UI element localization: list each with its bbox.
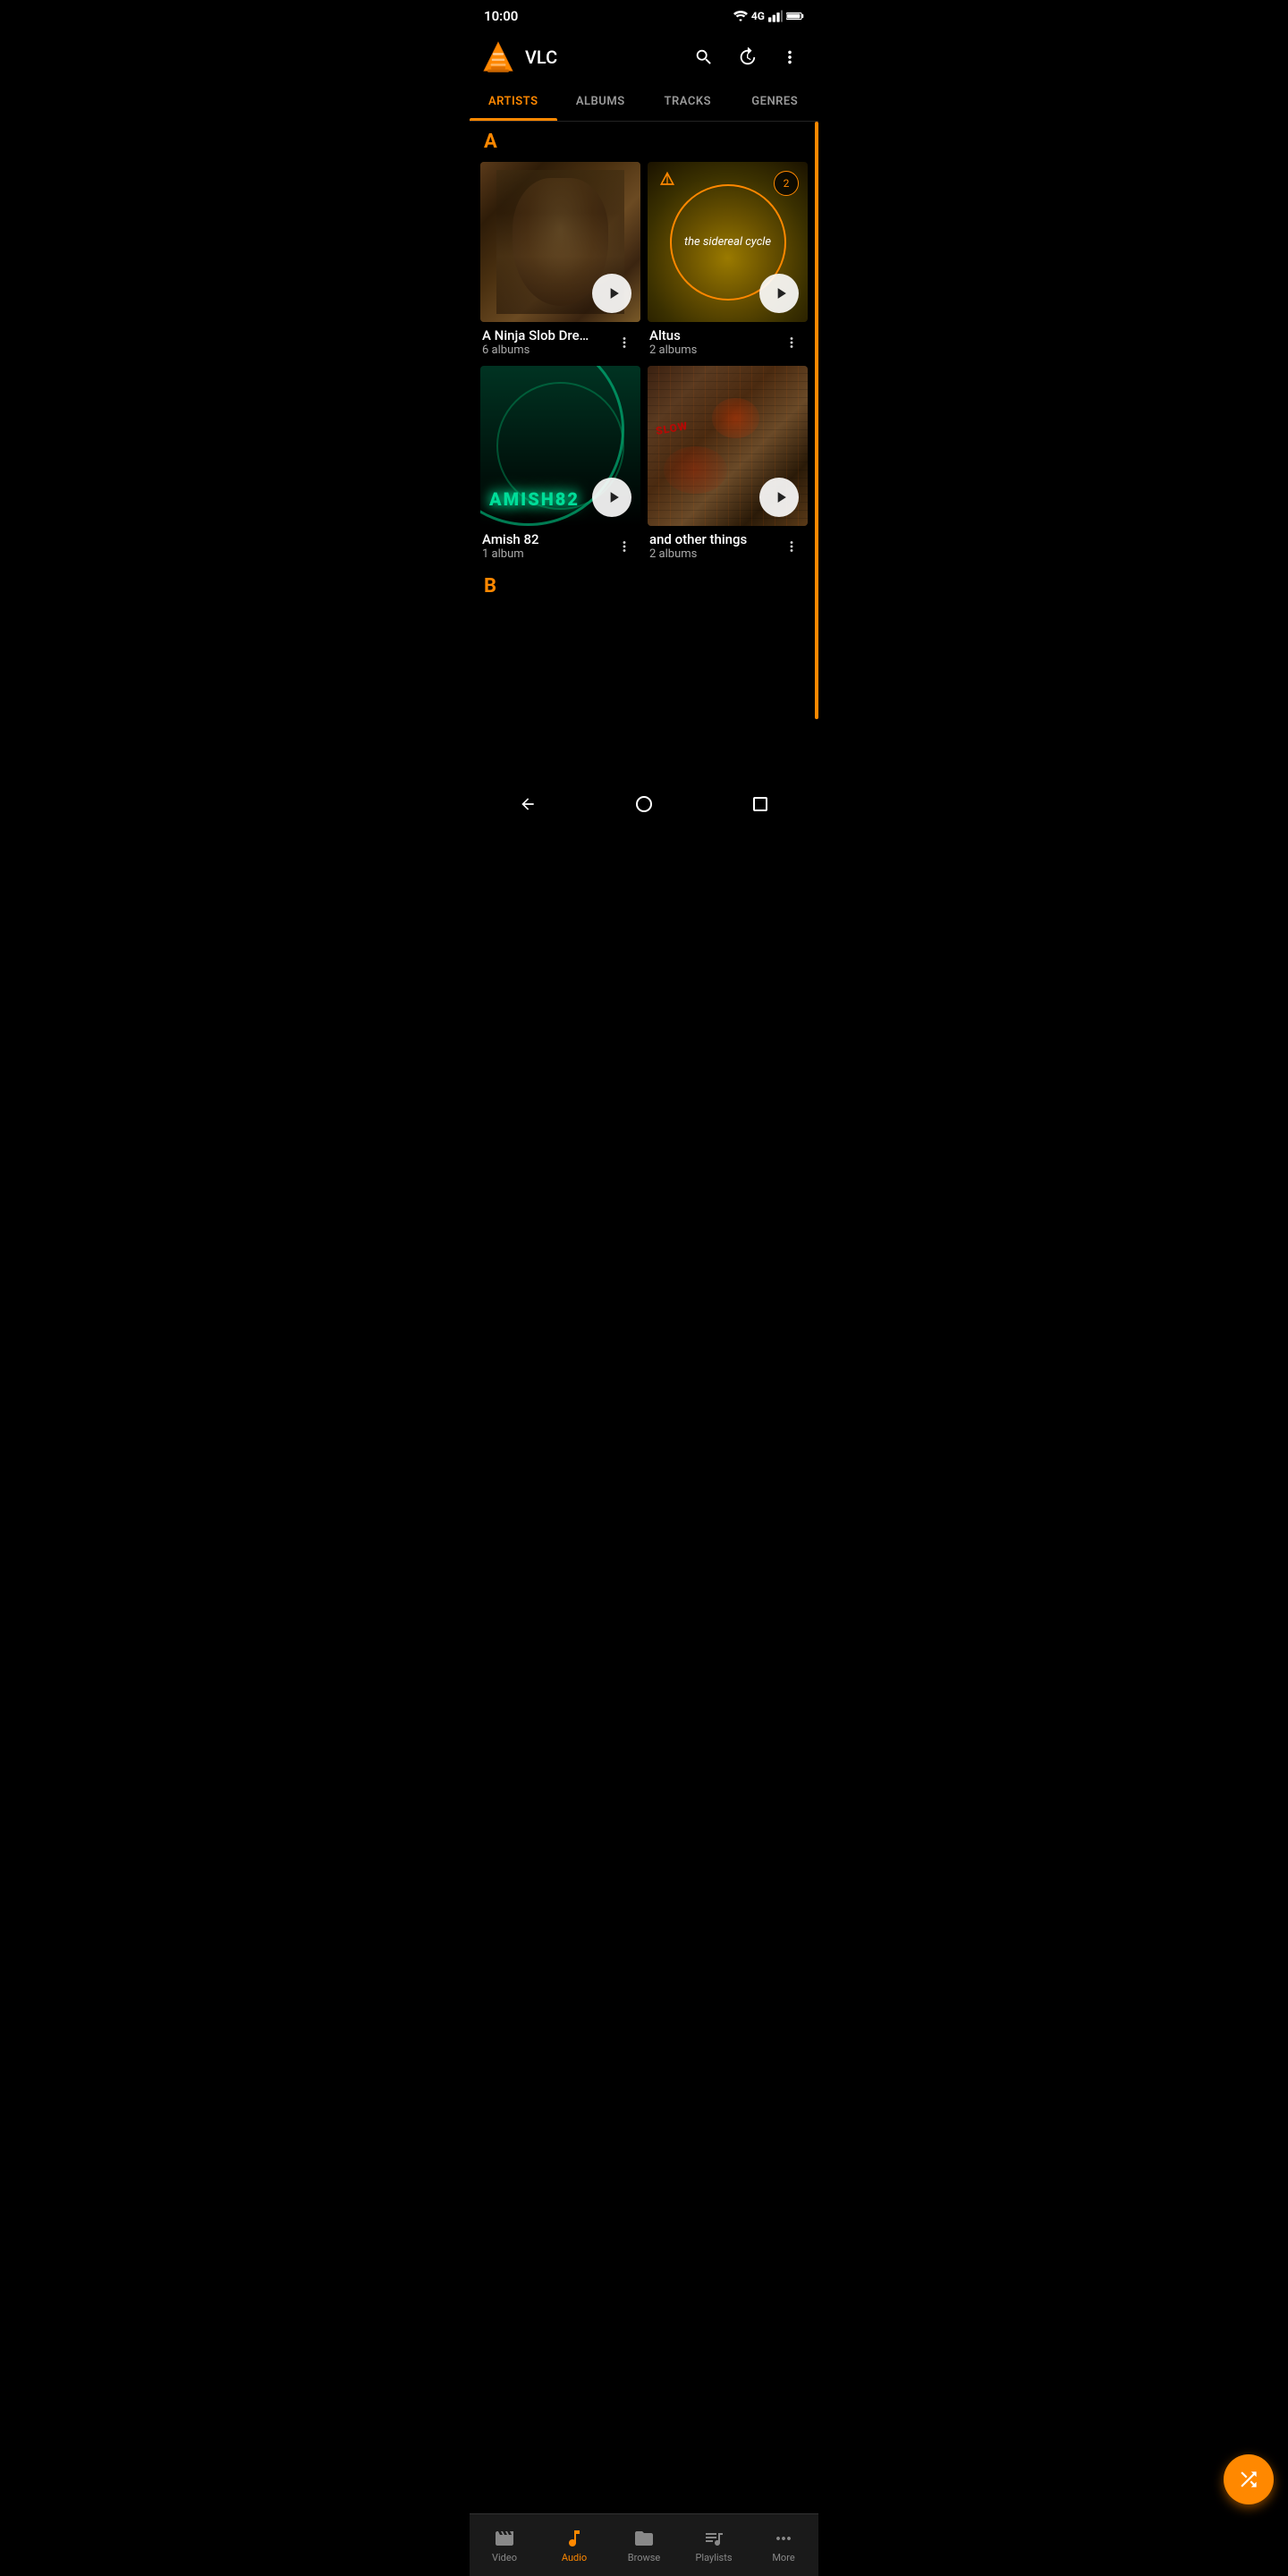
artist-info-ninja: A Ninja Slob Dre… 6 albums [480, 322, 640, 359]
system-nav-bar [470, 782, 818, 826]
status-icons: 4G [733, 10, 804, 22]
play-button-ninja[interactable] [592, 274, 631, 313]
play-button-amish[interactable] [592, 478, 631, 517]
shuffle-icon [1237, 2468, 1260, 2491]
artist-card-altus[interactable]: 2 the sidereal cycle Altus 2 albums [648, 162, 808, 359]
artist-info-altus: Altus 2 albums [648, 322, 808, 359]
browse-icon [633, 2528, 655, 2549]
nav-playlists[interactable]: Playlists [679, 2514, 749, 2576]
more-vert-icon [780, 47, 800, 67]
audio-icon [564, 2528, 585, 2549]
wifi-icon [733, 11, 748, 21]
nav-audio[interactable]: Audio [539, 2514, 609, 2576]
artist-more-ninja[interactable] [610, 328, 639, 357]
nav-more[interactable]: More [749, 2514, 818, 2576]
artists-grid: A Ninja Slob Dre… 6 albums [470, 158, 818, 566]
artist-card-ninja[interactable]: A Ninja Slob Dre… 6 albums [480, 162, 640, 359]
battery-icon [786, 11, 804, 21]
tabs-bar: ARTISTS ALBUMS TRACKS GENRES [470, 82, 818, 122]
artist-thumbnail-ninja [480, 162, 640, 322]
nav-browse[interactable]: Browse [609, 2514, 679, 2576]
artist-more-amish[interactable] [610, 532, 639, 561]
tab-tracks[interactable]: TRACKS [644, 82, 732, 121]
search-button[interactable] [686, 39, 722, 75]
artist-name-amish: Amish 82 [482, 531, 610, 547]
artist-albums-altus: 2 albums [649, 343, 777, 357]
album-count-badge: 2 [774, 171, 799, 196]
artist-name-altus: Altus [649, 327, 777, 343]
scroll-indicator [815, 122, 818, 719]
history-button[interactable] [729, 39, 765, 75]
artist-thumbnail-altus: 2 the sidereal cycle [648, 162, 808, 322]
play-button-other[interactable] [759, 478, 799, 517]
artist-info-amish: Amish 82 1 album [480, 526, 640, 563]
tab-genres[interactable]: GENRES [732, 82, 819, 121]
app-bar-icons [686, 39, 808, 75]
playlists-icon [703, 2528, 724, 2549]
home-circle-icon [636, 796, 652, 812]
more-options-button[interactable] [772, 39, 808, 75]
artist-albums-amish: 1 album [482, 547, 610, 561]
back-icon [519, 795, 537, 813]
nav-browse-label: Browse [628, 2552, 661, 2563]
home-button[interactable] [628, 788, 660, 820]
artist-card-amish[interactable]: AMISH82 Amish 82 1 album [480, 366, 640, 563]
section-header-a: A [470, 122, 818, 158]
app-title: VLC [525, 47, 686, 68]
artist-albums-ninja: 6 albums [482, 343, 610, 357]
artist-card-other[interactable]: SLOW and other things 2 albums [648, 366, 808, 563]
search-icon [694, 47, 714, 67]
bottom-navigation: Video Audio Browse Playlists More [470, 2513, 818, 2576]
artist-albums-other: 2 albums [649, 547, 777, 561]
play-button-altus[interactable] [759, 274, 799, 313]
nav-video[interactable]: Video [470, 2514, 539, 2576]
altus-logo-icon [658, 171, 676, 189]
artist-name-ninja: A Ninja Slob Dre… [482, 327, 610, 343]
artist-more-other[interactable] [777, 532, 806, 561]
artist-name-other: and other things [649, 531, 777, 547]
more-horiz-icon [773, 2528, 794, 2549]
artist-info-other: and other things 2 albums [648, 526, 808, 563]
artists-content: A A Ninja Slob Dre… 6 albums [470, 122, 818, 719]
shuffle-fab[interactable] [1224, 2454, 1274, 2504]
history-icon [737, 47, 757, 67]
artist-thumbnail-amish: AMISH82 [480, 366, 640, 526]
section-header-b: B [470, 566, 818, 603]
nav-more-label: More [772, 2552, 794, 2563]
recents-button[interactable] [744, 788, 776, 820]
nav-video-label: Video [492, 2552, 517, 2563]
amish-text-overlay: AMISH82 [489, 488, 580, 510]
status-time: 10:00 [484, 8, 518, 24]
tab-albums[interactable]: ALBUMS [557, 82, 645, 121]
tab-artists[interactable]: ARTISTS [470, 82, 557, 121]
artist-thumbnail-other: SLOW [648, 366, 808, 526]
video-icon [494, 2528, 515, 2549]
network-type: 4G [751, 10, 765, 22]
back-button[interactable] [512, 788, 544, 820]
nav-audio-label: Audio [562, 2552, 587, 2563]
signal-icon [768, 10, 783, 22]
status-bar: 10:00 4G [470, 0, 818, 32]
nav-playlists-label: Playlists [695, 2552, 732, 2563]
recents-square-icon [753, 797, 767, 811]
artist-more-altus[interactable] [777, 328, 806, 357]
app-bar: VLC [470, 32, 818, 82]
app-logo [480, 39, 516, 75]
